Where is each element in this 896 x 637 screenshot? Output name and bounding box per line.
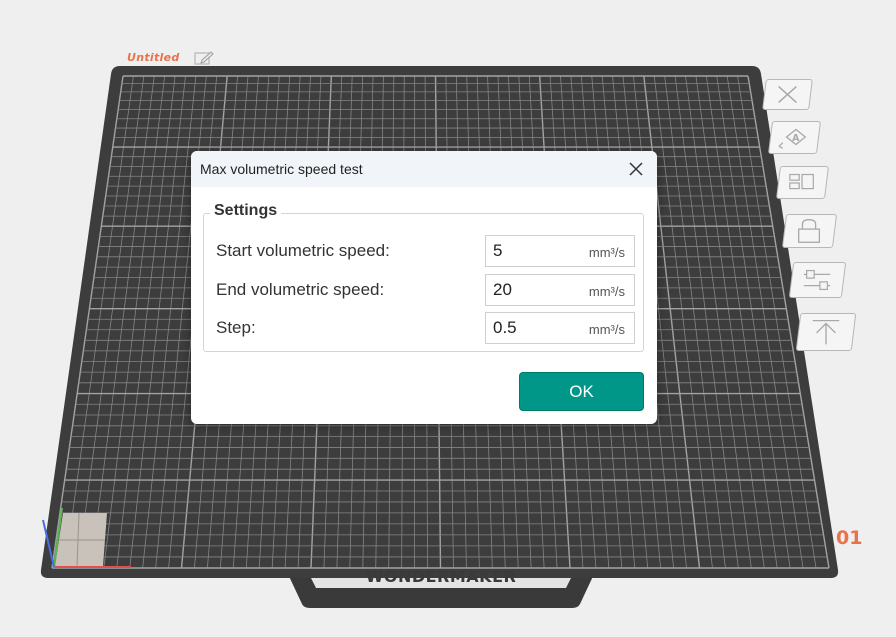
end-speed-input[interactable] <box>493 280 573 300</box>
step-input[interactable] <box>493 318 573 338</box>
plate-number: 01 <box>836 527 863 549</box>
end-speed-unit: mm³/s <box>588 284 625 299</box>
ok-button[interactable]: OK <box>519 372 644 411</box>
start-speed-input[interactable] <box>493 241 573 261</box>
start-speed-field[interactable]: mm³/s <box>485 235 635 267</box>
svg-text:A: A <box>792 133 800 144</box>
start-speed-unit: mm³/s <box>588 245 625 260</box>
auto-orient-icon: A <box>778 128 807 149</box>
arrange-icon <box>789 173 814 190</box>
delete-all-icon <box>778 85 797 104</box>
end-speed-label: End volumetric speed: <box>216 280 385 299</box>
dialog-title: Max volumetric speed test <box>200 161 363 177</box>
delete-all-button[interactable] <box>762 79 813 110</box>
settings-group-title: Settings <box>210 202 282 220</box>
plate-name[interactable]: Untitled <box>127 51 180 64</box>
arrange-button[interactable] <box>775 166 830 199</box>
dialog-header: Max volumetric speed test <box>191 151 657 187</box>
step-label: Step: <box>216 318 256 337</box>
lock-plate-button[interactable] <box>781 214 838 248</box>
plate-settings-button[interactable] <box>788 262 847 298</box>
plate-settings-icon <box>803 269 831 291</box>
step-field[interactable]: mm³/s <box>485 312 635 344</box>
step-unit: mm³/s <box>588 322 625 337</box>
close-icon[interactable] <box>627 160 645 178</box>
start-speed-label: Start volumetric speed: <box>216 241 390 260</box>
auto-orient-button[interactable]: A <box>767 121 822 154</box>
end-speed-field[interactable]: mm³/s <box>485 274 635 306</box>
edit-name-icon[interactable] <box>194 51 214 65</box>
brand-logo: WONDERMAKER <box>365 567 517 586</box>
lock-icon <box>798 219 821 243</box>
max-volumetric-speed-dialog: Max volumetric speed test Settings Start… <box>191 151 657 424</box>
move-to-top-button[interactable] <box>795 313 857 351</box>
move-to-top-icon <box>812 319 840 345</box>
